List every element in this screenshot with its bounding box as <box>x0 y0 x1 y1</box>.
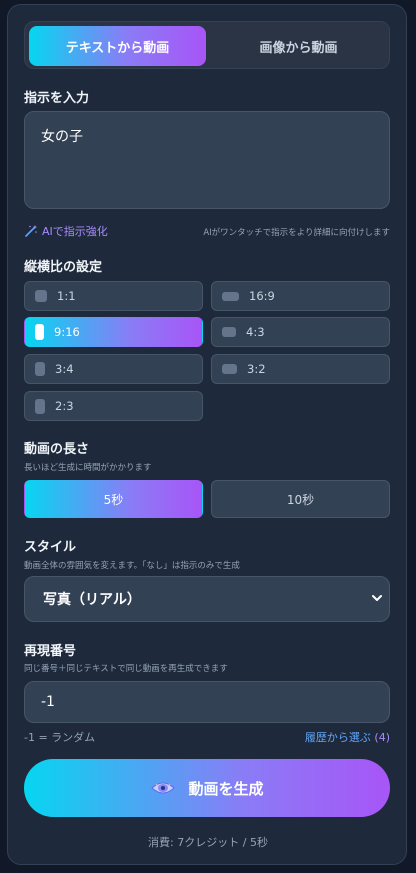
magic-wand-icon <box>25 225 37 237</box>
aspect-label: 縦横比の設定 <box>24 260 103 275</box>
aspect-9-16-button[interactable]: 9:16 <box>24 317 203 347</box>
aspect-3-4-button[interactable]: 3:4 <box>24 354 203 384</box>
aspect-2-3-button[interactable]: 2:3 <box>24 391 203 421</box>
sparkle-eye-icon <box>151 782 176 794</box>
credit-cost-text: 消費: 7クレジット / 5秒 <box>148 836 268 849</box>
aspect-option-label: 16:9 <box>249 289 275 303</box>
seed-random-hint: -1 = ランダム <box>24 731 96 744</box>
portrait-shape-icon <box>35 324 44 340</box>
aspect-option-label: 3:4 <box>55 362 74 376</box>
aspect-4-3-button[interactable]: 4:3 <box>211 317 390 347</box>
style-label: スタイル <box>24 540 77 555</box>
generate-label: 動画を生成 <box>188 779 264 798</box>
duration-5s-button[interactable]: 5秒 <box>24 480 203 518</box>
tab-image-to-video[interactable]: 画像から動画 <box>210 26 387 66</box>
aspect-option-label: 4:3 <box>246 325 265 339</box>
generate-video-button[interactable]: 動画を生成 <box>24 759 390 817</box>
portrait-shape-icon <box>35 362 45 376</box>
landscape-shape-icon <box>222 291 239 301</box>
tab-text-to-video[interactable]: テキストから動画 <box>29 26 206 66</box>
seed-hint: 同じ番号＋同じテキストで同じ動画を再生成できます <box>24 664 228 674</box>
duration-10s-button[interactable]: 10秒 <box>211 480 390 518</box>
aspect-option-label: 2:3 <box>55 399 74 413</box>
history-label: 履歴から選ぶ <box>304 731 371 744</box>
video-generator-panel: テキストから動画 画像から動画 指示を入力 女の子 AIで指示強化 AIがワンタ… <box>7 4 407 865</box>
landscape-shape-icon <box>222 327 236 337</box>
seed-input[interactable]: -1 <box>24 681 390 723</box>
style-selected-value: 写真（リアル） <box>43 592 141 608</box>
aspect-option-label: 9:16 <box>54 325 80 339</box>
ai-enhance-hint: AIがワンタッチで指示をより詳細に向付けします <box>203 228 390 238</box>
aspect-option-label: 3:2 <box>247 362 266 376</box>
duration-label: 動画の長さ <box>24 442 90 457</box>
aspect-16-9-button[interactable]: 16:9 <box>211 281 390 311</box>
ai-enhance-label: AIで指示強化 <box>42 225 108 238</box>
history-count: (4) <box>374 731 390 744</box>
seed-label: 再現番号 <box>24 644 77 659</box>
style-hint: 動画全体の雰囲気を変えます。「なし」は指示のみで生成 <box>24 561 240 571</box>
aspect-1-1-button[interactable]: 1:1 <box>24 281 203 311</box>
instruction-textarea[interactable]: 女の子 <box>24 111 390 209</box>
mode-tabs: テキストから動画 画像から動画 <box>24 21 390 69</box>
landscape-shape-icon <box>222 364 237 374</box>
duration-hint: 長いほど生成に時間がかかります <box>24 463 152 473</box>
aspect-3-2-button[interactable]: 3:2 <box>211 354 390 384</box>
square-shape-icon <box>35 290 47 302</box>
chevron-down-icon <box>372 595 382 601</box>
portrait-shape-icon <box>35 398 45 414</box>
instruction-label: 指示を入力 <box>24 91 90 106</box>
style-select[interactable]: 写真（リアル） <box>24 576 390 622</box>
ai-enhance-button[interactable]: AIで指示強化 <box>24 223 108 239</box>
aspect-option-label: 1:1 <box>57 289 76 303</box>
seed-history-link[interactable]: 履歴から選ぶ (4) <box>305 729 390 745</box>
